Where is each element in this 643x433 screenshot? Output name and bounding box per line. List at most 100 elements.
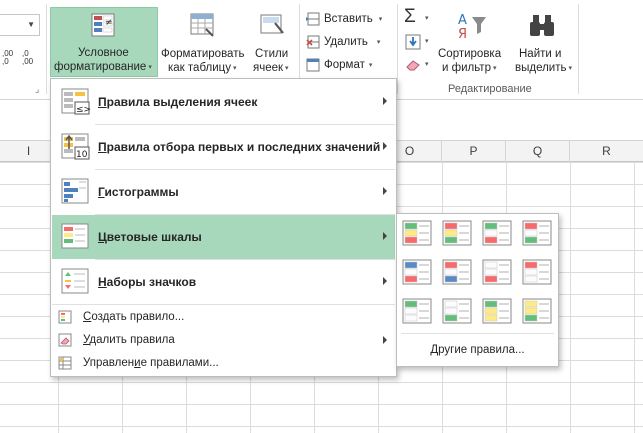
autosum-button[interactable]: Σ ▾: [403, 6, 433, 28]
accel-key: Ц: [98, 230, 107, 244]
submenu-arrow-icon: [383, 97, 387, 105]
menu-item-clear-rules[interactable]: Удалить правила: [52, 329, 395, 351]
format-cells-label: Формат ▾: [324, 58, 372, 73]
conditional-formatting-button[interactable]: ≠ Условное форматирование ▾: [50, 7, 158, 77]
menu-item-top-bottom-rules[interactable]: 10 Правила отбора первых и последних зна…: [52, 125, 395, 169]
color-scale-option[interactable]: [402, 259, 432, 285]
cell-styles-label-2: ячеек ▾: [253, 61, 289, 76]
cell-styles-label-2-text: ячеек: [253, 62, 284, 74]
column-header-p[interactable]: P: [442, 141, 506, 163]
conditional-formatting-label-2: форматирование ▾: [54, 60, 152, 75]
increase-decimal-text-2: ,0: [2, 57, 9, 66]
chevron-down-icon: ▾: [492, 65, 497, 72]
format-cells-button[interactable]: Формат ▾: [303, 56, 395, 74]
menu-item-label-post: е правилами...: [140, 357, 219, 369]
chevron-down-icon: ▾: [425, 61, 429, 68]
group-separator: [397, 4, 398, 94]
chevron-down-icon: ▾: [285, 65, 289, 72]
decrease-decimal-button[interactable]: ,0 ,00: [22, 50, 42, 72]
menu-item-label-text: истограммы: [104, 185, 179, 199]
menu-item-manage-rules[interactable]: Управление правилами...: [52, 352, 395, 374]
menu-item-highlight-cells-rules[interactable]: ≤> Правила выделения ячеек: [52, 80, 395, 124]
color-scales-icon: [61, 223, 89, 249]
submenu-arrow-icon: [383, 336, 387, 344]
color-scale-option[interactable]: [402, 220, 432, 246]
delete-cells-label-text: Удалить: [324, 36, 368, 48]
color-scale-option[interactable]: [442, 298, 472, 324]
color-scale-option[interactable]: [482, 220, 512, 246]
accel-key: Н: [98, 275, 107, 289]
delete-cells-icon: [306, 35, 320, 49]
insert-cells-label-text: Вставить: [324, 13, 373, 25]
color-scale-option[interactable]: [442, 259, 472, 285]
group-separator: [46, 4, 47, 94]
column-header-q[interactable]: Q: [506, 141, 570, 163]
group-separator: [578, 4, 579, 94]
color-scale-option[interactable]: [482, 298, 512, 324]
decrease-decimal-text-2: ,00: [22, 57, 34, 66]
icon-sets-icon: [61, 268, 89, 294]
submenu-arrow-icon: [383, 142, 387, 150]
menu-item-label-text: равила отбора первых и последних значени…: [106, 140, 381, 154]
more-rules-button[interactable]: Другие правила...: [397, 339, 558, 361]
menu-item-label-text: аборы значков: [106, 275, 197, 289]
clear-button[interactable]: ▾: [403, 56, 433, 76]
chevron-down-icon: ▾: [568, 65, 573, 72]
format-cells-label-text: Формат: [324, 59, 365, 71]
menu-item-color-scales[interactable]: Цветовые шкалы: [52, 215, 395, 259]
submenu-arrow-icon: [383, 187, 387, 195]
svg-text:Я: Я: [458, 27, 467, 41]
highlight-cells-rules-icon: ≤>: [61, 88, 91, 115]
menu-item-label: Управление правилами...: [83, 352, 219, 374]
menu-item-label-pre: Управлен: [83, 357, 135, 369]
submenu-arrow-icon: [383, 232, 387, 240]
menu-item-label-text: равила выделения ячеек: [106, 95, 258, 109]
menu-item-label: Гистограммы: [98, 170, 179, 214]
fill-button[interactable]: ▾: [403, 33, 433, 53]
menu-item-label: Правила отбора первых и последних значен…: [98, 125, 380, 169]
chevron-down-icon: ▾: [425, 38, 429, 45]
menu-item-icon-sets[interactable]: Наборы значков: [52, 260, 395, 304]
sort-filter-icon: А Я: [458, 13, 486, 41]
sort-filter-button[interactable]: А Я Сортировка и фильтр ▾: [436, 7, 508, 77]
menu-item-label: Удалить правила: [83, 329, 175, 351]
find-select-button[interactable]: Найти и выделить ▾: [511, 7, 575, 77]
format-as-table-button[interactable]: Форматировать как таблицу ▾: [158, 7, 250, 77]
menu-item-new-rule[interactable]: Создать правило...: [52, 306, 395, 328]
delete-cells-button[interactable]: Удалить ▾: [303, 33, 395, 51]
format-as-table-icon: [190, 13, 214, 37]
color-scale-option[interactable]: [402, 298, 432, 324]
menu-item-label: Создать правило...: [83, 306, 184, 328]
color-scale-option[interactable]: [522, 298, 552, 324]
insert-cells-button[interactable]: Вставить ▾: [303, 10, 395, 28]
column-header-r[interactable]: R: [570, 141, 643, 163]
color-scale-option[interactable]: [522, 220, 552, 246]
cell-styles-button[interactable]: Стили ячеек ▾: [250, 7, 298, 77]
format-cells-icon: [306, 58, 320, 72]
binoculars-icon: [530, 15, 554, 36]
fill-down-icon: [405, 34, 421, 50]
insert-cells-label: Вставить ▾: [324, 12, 382, 27]
number-format-dropdown[interactable]: ▼: [0, 14, 40, 36]
color-scale-option[interactable]: [522, 259, 552, 285]
dialog-launcher-icon[interactable]: ⌟: [35, 84, 39, 95]
manage-rules-icon: [58, 356, 72, 370]
color-scales-submenu: Другие правила...: [396, 213, 559, 367]
new-rule-icon: [58, 310, 72, 324]
chevron-down-icon: ▾: [376, 39, 381, 46]
svg-text:10: 10: [76, 150, 88, 160]
increase-decimal-button[interactable]: ,00 ,0: [2, 50, 22, 72]
sigma-icon: Σ: [404, 6, 416, 27]
svg-text:А: А: [458, 13, 467, 28]
menu-item-data-bars[interactable]: Гистограммы: [52, 170, 395, 214]
color-scale-option[interactable]: [482, 259, 512, 285]
conditional-formatting-icon: ≠: [91, 13, 115, 37]
increase-decimal-icon: ,00 ,0: [2, 50, 22, 66]
menu-item-label: Наборы значков: [98, 260, 196, 304]
menu-separator: [401, 333, 554, 334]
clear-rules-icon: [58, 333, 72, 347]
chevron-down-icon: ▼: [27, 20, 35, 29]
menu-item-label: Цветовые шкалы: [98, 215, 202, 259]
color-scale-option[interactable]: [442, 220, 472, 246]
format-as-table-label-2-text: как таблицу: [168, 62, 231, 74]
